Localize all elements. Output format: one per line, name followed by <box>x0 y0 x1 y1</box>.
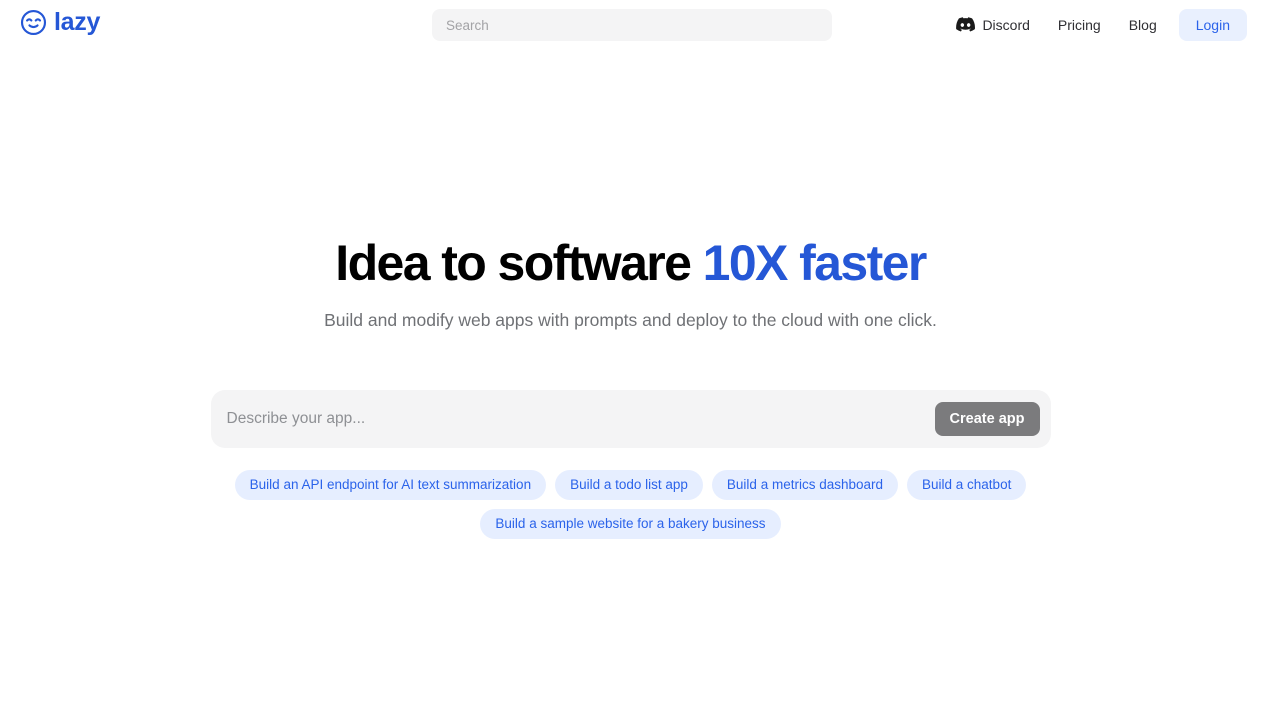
login-button[interactable]: Login <box>1178 8 1247 41</box>
suggestion-chip[interactable]: Build a todo list app <box>555 469 703 500</box>
brand-name: lazy <box>54 8 101 36</box>
search-container <box>432 9 832 41</box>
suggestion-chips: Build an API endpoint for AI text summar… <box>0 469 1261 539</box>
sleepy-face-logo-icon <box>20 9 47 36</box>
page-subtitle: Build and modify web apps with prompts a… <box>324 310 937 330</box>
brand-logo-link[interactable]: lazy <box>20 9 100 36</box>
suggestion-chip[interactable]: Build a chatbot <box>907 469 1027 500</box>
primary-nav: Discord Pricing Blog Login <box>942 0 1247 49</box>
prompt-section: Create app <box>0 389 1261 448</box>
nav-link-label: Pricing <box>1057 16 1101 33</box>
search-input[interactable] <box>432 9 832 41</box>
discord-icon <box>956 17 976 32</box>
create-app-button[interactable]: Create app <box>934 401 1040 436</box>
hero-section: Idea to software 10X faster Build and mo… <box>0 49 1261 333</box>
nav-link-pricing[interactable]: Pricing <box>1044 10 1115 40</box>
describe-app-input[interactable] <box>210 389 935 448</box>
suggestion-chip[interactable]: Build a metrics dashboard <box>711 469 899 500</box>
headline-plain-text: Idea to software <box>335 235 703 291</box>
nav-link-label: Blog <box>1128 16 1157 33</box>
suggestion-chip[interactable]: Build a sample website for a bakery busi… <box>480 508 781 539</box>
suggestion-chip[interactable]: Build an API endpoint for AI text summar… <box>234 469 547 500</box>
nav-link-label: Discord <box>982 16 1030 33</box>
page-title: Idea to software 10X faster <box>0 235 1261 291</box>
prompt-box: Create app <box>210 389 1051 448</box>
nav-link-discord[interactable]: Discord <box>942 10 1043 40</box>
nav-link-blog[interactable]: Blog <box>1115 10 1171 40</box>
site-header: lazy Discord Pricing Blog Login <box>0 0 1261 49</box>
headline-accent-text: 10X faster <box>702 235 928 291</box>
